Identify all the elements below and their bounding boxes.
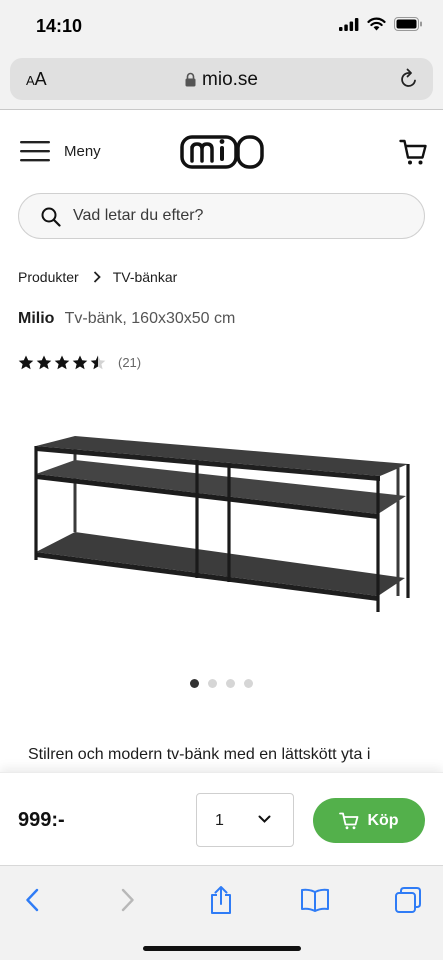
bookmarks-button[interactable] (295, 882, 335, 918)
buy-bar: 999:- 1 Köp (0, 772, 443, 865)
search-bar[interactable] (18, 193, 425, 239)
buy-button[interactable]: Köp (313, 798, 425, 843)
chevron-left-icon (26, 888, 39, 912)
share-button[interactable] (201, 882, 241, 918)
menu-button[interactable]: Meny (20, 140, 101, 162)
star-filled-icon (72, 355, 88, 370)
carousel-dot[interactable] (208, 679, 217, 688)
chevron-right-icon (121, 888, 134, 912)
product-brand: Milio (18, 310, 55, 327)
carousel-dot[interactable] (190, 679, 199, 688)
carousel-dot[interactable] (244, 679, 253, 688)
product-image[interactable] (0, 400, 443, 660)
quantity-select[interactable]: 1 (196, 793, 294, 847)
cellular-signal-icon (339, 17, 359, 31)
status-bar: 14:10 (0, 0, 443, 50)
share-icon (211, 886, 231, 914)
star-filled-icon (36, 355, 52, 370)
cart-icon[interactable] (399, 138, 427, 166)
back-button[interactable] (12, 882, 52, 918)
forward-button[interactable] (108, 882, 148, 918)
tabs-icon (395, 887, 421, 913)
url-display[interactable]: mio.se (10, 69, 433, 91)
search-input[interactable] (73, 194, 403, 238)
breadcrumb-products-link[interactable]: Produkter (18, 269, 79, 285)
browser-address-bar: AA mio.se (0, 50, 443, 110)
breadcrumb: Produkter TV-bänkar (18, 269, 177, 285)
chevron-right-icon (93, 271, 101, 283)
product-intro-text: Stilren och modern tv-bänk med en lättsk… (28, 746, 371, 763)
breadcrumb-tv-benches-link[interactable]: TV-bänkar (113, 269, 178, 285)
quantity-value: 1 (215, 812, 224, 829)
product-rating[interactable]: (21) (18, 355, 141, 370)
reload-icon[interactable] (399, 68, 419, 90)
url-text: mio.se (202, 69, 258, 90)
rating-stars (18, 355, 106, 370)
wifi-icon (367, 17, 386, 31)
star-filled-icon (54, 355, 70, 370)
hamburger-icon (20, 141, 50, 162)
product-price: 999:- (18, 809, 65, 831)
carousel-dot[interactable] (226, 679, 235, 688)
image-carousel-dots (0, 679, 443, 688)
battery-icon (394, 17, 422, 31)
mio-logo[interactable] (180, 133, 264, 171)
review-count[interactable]: (21) (118, 355, 141, 370)
url-field[interactable]: AA mio.se (10, 58, 433, 100)
search-icon (41, 207, 61, 227)
site-header: Meny (0, 111, 443, 193)
home-indicator (143, 946, 301, 951)
browser-toolbar (0, 865, 443, 960)
lock-icon (185, 72, 196, 87)
book-icon (301, 888, 329, 912)
menu-label: Meny (64, 142, 101, 160)
tabs-button[interactable] (388, 882, 428, 918)
status-icons (339, 17, 423, 31)
cart-icon (339, 812, 359, 829)
star-half-icon (90, 355, 106, 370)
star-filled-icon (18, 355, 34, 370)
status-time: 14:10 (36, 16, 83, 36)
product-description: Tv-bänk, 160x30x50 cm (64, 310, 236, 327)
product-title: Milio Tv-bänk, 160x30x50 cm (18, 310, 235, 328)
buy-button-label: Köp (367, 811, 399, 829)
chevron-down-icon (258, 815, 271, 823)
